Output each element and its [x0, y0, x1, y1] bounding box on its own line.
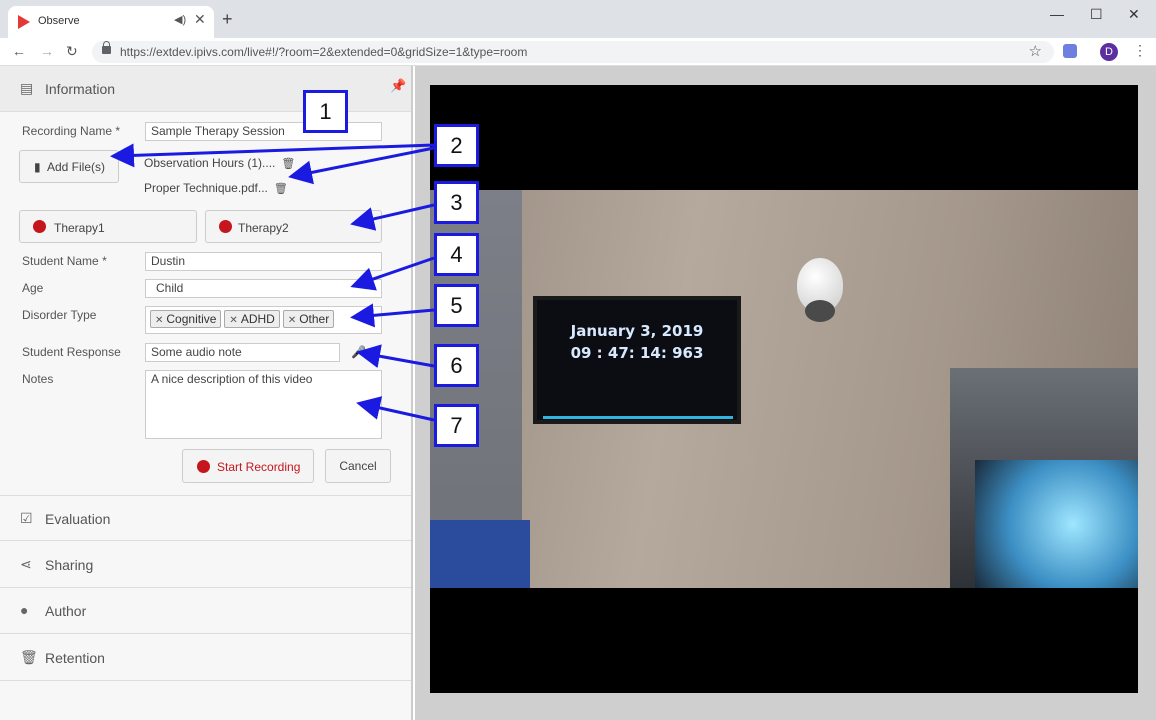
pin-icon[interactable]: 📌	[390, 78, 406, 94]
information-header[interactable]: ▤ Information 📌	[0, 66, 411, 112]
cancel-button[interactable]: Cancel	[325, 449, 391, 483]
url-text: https://extdev.ipivs.com/live#!/?room=2&…	[120, 45, 528, 59]
therapy2-button[interactable]: Therapy2	[205, 210, 382, 243]
bookmark-star-icon[interactable]: ☆	[1029, 42, 1042, 60]
user-icon: ●	[20, 602, 29, 618]
remove-tag-icon[interactable]: ✕	[155, 315, 163, 326]
annotation-1: 1	[303, 90, 348, 133]
reload-icon[interactable]: ↻	[66, 43, 78, 60]
tab-title: Observe	[38, 15, 80, 27]
tag-cognitive[interactable]: ✕ Cognitive	[150, 310, 222, 328]
age-select[interactable]: Child ▼	[145, 279, 382, 298]
record-dot-icon	[219, 220, 232, 233]
profile-avatar[interactable]: D	[1100, 43, 1118, 61]
lock-icon	[102, 41, 111, 54]
student-name-input[interactable]: Dustin	[145, 252, 382, 271]
camera-feed-image: January 3, 2019 09 : 47: 14: 963	[430, 190, 1138, 588]
record-dot-icon	[33, 220, 46, 233]
author-section[interactable]: ● Author	[0, 588, 411, 634]
maximize-button[interactable]: ☐	[1090, 6, 1103, 23]
student-response-label: Student Response	[22, 345, 121, 359]
notes-label: Notes	[22, 372, 54, 386]
tag-adhd[interactable]: ✕ ADHD	[224, 310, 280, 328]
file-icon: ▮	[34, 160, 41, 174]
annotation-7: 7	[434, 404, 479, 447]
checkbox-icon: ☑	[20, 510, 33, 526]
forward-icon[interactable]: →	[40, 43, 54, 59]
therapy1-button[interactable]: Therapy1	[19, 210, 197, 243]
annotation-6: 6	[434, 344, 479, 387]
wall-tv: January 3, 2019 09 : 47: 14: 963	[533, 296, 741, 424]
trash-icon: 🗑	[20, 649, 38, 665]
disorder-type-label: Disorder Type	[22, 308, 97, 322]
notes-textarea[interactable]: A nice description of this video	[145, 370, 382, 439]
close-window-button[interactable]: ✕	[1128, 6, 1140, 23]
age-label: Age	[22, 281, 44, 295]
delete-file-icon[interactable]: 🗑	[274, 183, 288, 195]
back-icon[interactable]: ←	[12, 43, 26, 59]
student-response-input[interactable]: Some audio note	[145, 343, 340, 362]
add-files-label: Add File(s)	[47, 160, 106, 174]
minimize-button[interactable]: —	[1050, 6, 1064, 22]
delete-file-icon[interactable]: 🗑	[281, 158, 295, 170]
remove-tag-icon[interactable]: ✕	[288, 315, 296, 326]
start-recording-button[interactable]: Start Recording	[182, 449, 314, 483]
information-panel: ▤ Information 📌 Recording Name * Sample …	[0, 66, 413, 720]
browser-tab[interactable]: Observe ◀) ✕	[8, 6, 214, 38]
tag-other[interactable]: ✕ Other	[282, 310, 335, 328]
browser-toolbar: ← → ↻ https://extdev.ipivs.com/live#!/?r…	[0, 38, 1156, 66]
file-item: Observation Hours (1).... 🗑	[144, 156, 296, 170]
new-tab-button[interactable]: +	[222, 9, 233, 30]
annotation-4: 4	[434, 233, 479, 276]
file-item: Proper Technique.pdf... 🗑	[144, 181, 288, 195]
address-bar[interactable]: https://extdev.ipivs.com/live#!/?room=2&…	[92, 41, 1054, 63]
annotation-5: 5	[434, 284, 479, 327]
observe-logo-icon	[18, 15, 30, 29]
tv-date-text: January 3, 2019	[570, 322, 704, 340]
remove-tag-icon[interactable]: ✕	[229, 315, 237, 326]
information-title: Information	[45, 81, 116, 97]
audio-icon[interactable]: ◀)	[174, 13, 186, 26]
extension-icon[interactable]	[1063, 44, 1077, 58]
sharing-section[interactable]: ⋖ Sharing	[0, 542, 411, 588]
annotation-2: 2	[434, 124, 479, 167]
chevron-down-icon: ▼	[367, 282, 376, 292]
browser-tab-bar: Observe ◀) ✕ + — ☐ ✕	[0, 0, 1156, 38]
tv-time-text: 09 : 47: 14: 963	[570, 344, 704, 362]
student-name-label: Student Name *	[22, 254, 107, 268]
document-icon: ▤	[20, 80, 34, 96]
retention-section[interactable]: 🗑 Retention	[0, 635, 411, 681]
share-icon: ⋖	[20, 556, 32, 572]
disorder-type-multiselect[interactable]: ✕ Cognitive ✕ ADHD ✕ Other	[145, 306, 382, 334]
add-files-button[interactable]: ▮ Add File(s)	[19, 150, 119, 183]
recording-name-label: Recording Name *	[22, 124, 121, 138]
evaluation-section[interactable]: ☑ Evaluation	[0, 495, 411, 541]
microphone-icon[interactable]: 🎤	[351, 345, 366, 359]
record-dot-icon	[197, 460, 210, 473]
tab-close-icon[interactable]: ✕	[194, 11, 206, 28]
annotation-3: 3	[434, 181, 479, 224]
browser-menu-icon[interactable]: ⋮	[1133, 42, 1147, 59]
